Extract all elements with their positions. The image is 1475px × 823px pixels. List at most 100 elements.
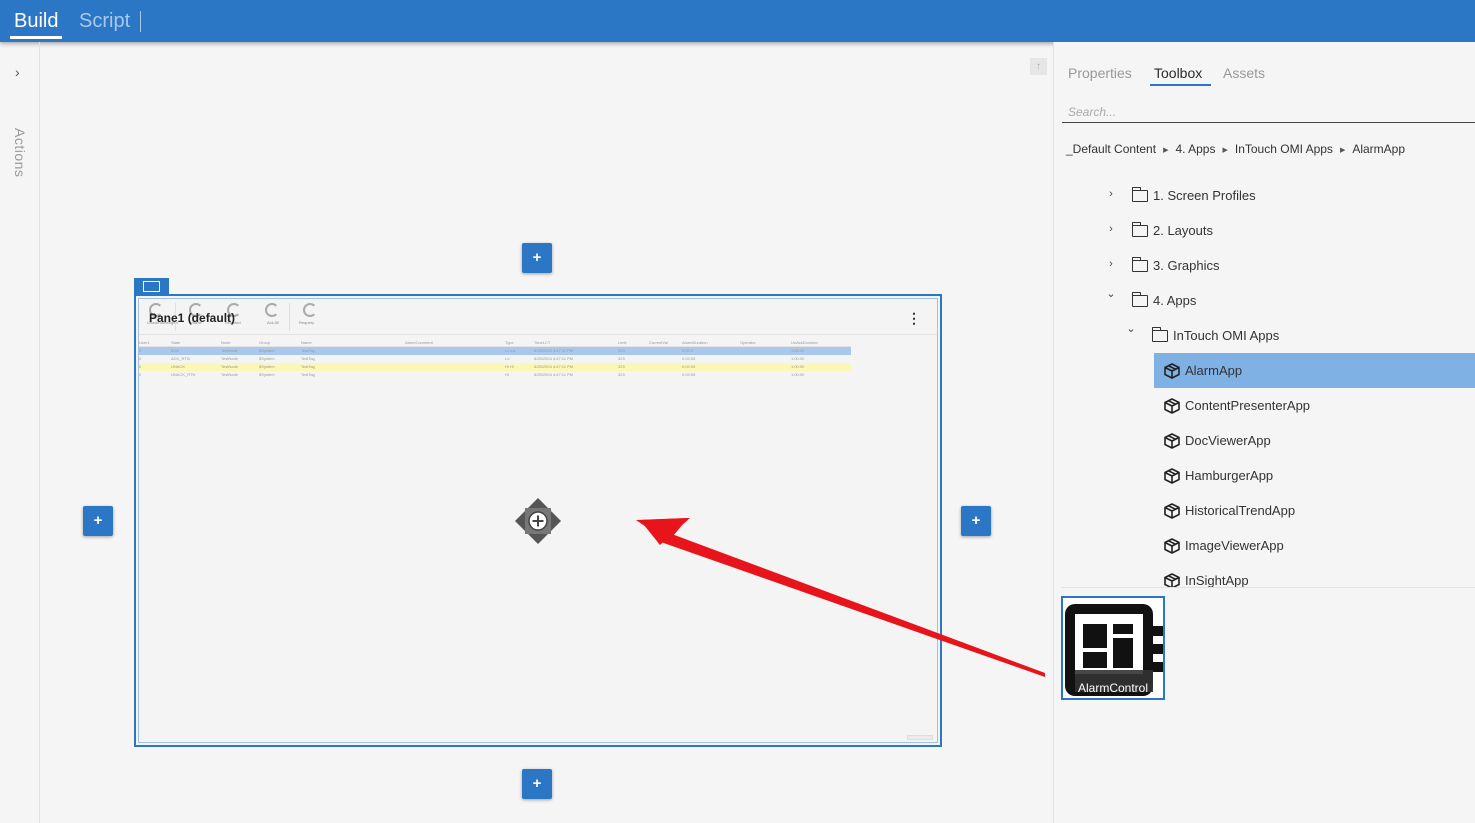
toolbar-label-ack-all: Ack All bbox=[267, 320, 280, 325]
alarm-grid-cell: 6/25/2024 4:47:11 PM bbox=[534, 364, 574, 369]
alarm-grid-cell: TimeLCT bbox=[534, 340, 551, 345]
toolbox-search-input[interactable] bbox=[1062, 94, 1475, 123]
tab-properties[interactable]: Properties bbox=[1068, 65, 1132, 81]
tree-item[interactable]: › 1. Screen Profiles bbox=[1062, 178, 1475, 213]
add-pane-left-button[interactable]: + bbox=[83, 506, 113, 536]
alarm-grid-cell: 0:02:0 bbox=[682, 348, 694, 353]
folder-icon bbox=[1131, 222, 1148, 237]
tab-build[interactable]: Build bbox=[14, 10, 58, 33]
tree-item-label: InTouch OMI Apps bbox=[1173, 328, 1280, 343]
package-icon bbox=[1164, 468, 1180, 484]
breadcrumb-separator-icon: ▶ bbox=[1222, 147, 1228, 154]
expand-actions-chevron-icon[interactable]: › bbox=[15, 64, 20, 80]
tab-assets[interactable]: Assets bbox=[1223, 65, 1265, 81]
alarm-grid-cell: Hi Hi bbox=[505, 364, 514, 369]
breadcrumb-item[interactable]: AlarmApp bbox=[1352, 142, 1405, 156]
alarm-grid-cell: 0:02:05 bbox=[682, 364, 696, 369]
package-icon bbox=[1164, 363, 1180, 379]
alarm-grid-cell: 0 bbox=[139, 348, 142, 353]
alarm-grid-cell: 1:00:00 bbox=[791, 372, 805, 377]
alarm-grid-row[interactable]: 0 ACK_RTN TestNode $System TestTag Lo 6/25/202… bbox=[139, 355, 851, 363]
alarm-grid-cell: UnAckDuration bbox=[791, 340, 818, 345]
folder-icon bbox=[1131, 187, 1148, 202]
alarm-grid-cell: 0:02:05 bbox=[682, 372, 696, 377]
alarm-grid-cell: AlarmDuration bbox=[682, 340, 708, 345]
tab-divider bbox=[140, 11, 141, 32]
tree-item[interactable]: AlarmApp bbox=[1154, 353, 1475, 388]
alarm-grid-cell: 323 bbox=[618, 364, 625, 369]
alarm-grid-cell: ACK_RTN bbox=[171, 356, 190, 361]
alarm-control-tile[interactable]: AlarmControl bbox=[1061, 596, 1165, 700]
tree-item-label: 3. Graphics bbox=[1153, 258, 1220, 273]
tree-item[interactable]: › 3. Graphics bbox=[1062, 248, 1475, 283]
right-panel: Properties Toolbox Assets _Default Conte… bbox=[1053, 42, 1475, 823]
breadcrumb-separator-icon: ▶ bbox=[1163, 147, 1169, 154]
expand-chevron-icon[interactable]: › bbox=[1106, 258, 1116, 270]
actions-label[interactable]: Actions bbox=[12, 128, 28, 177]
tree-item[interactable]: DocViewerApp bbox=[1154, 423, 1475, 458]
alarm-grid-cell: $System bbox=[259, 356, 275, 361]
folder-icon bbox=[1151, 327, 1168, 342]
alarm-grid-cell: 0:02:05 bbox=[682, 356, 696, 361]
tree-item[interactable]: › 2. Layouts bbox=[1062, 213, 1475, 248]
alarm-grid-cell: Hi bbox=[505, 372, 509, 377]
tree-item[interactable]: HistoricalTrendApp bbox=[1154, 493, 1475, 528]
alarm-grid-cell: TestNode bbox=[221, 372, 238, 377]
add-pane-right-button[interactable]: + bbox=[961, 506, 991, 536]
expand-chevron-icon[interactable]: › bbox=[1106, 223, 1116, 235]
alarm-grid-cell: TestTag bbox=[301, 372, 315, 377]
tree-item-label: AlarmApp bbox=[1185, 363, 1243, 378]
add-pane-bottom-button[interactable]: + bbox=[522, 769, 552, 799]
tree-item[interactable]: InSightApp bbox=[1154, 563, 1475, 587]
collapse-chevron-icon[interactable]: ⌄ bbox=[1106, 287, 1116, 300]
alarm-grid-cell: 6/25/2024 4:47:11 PM bbox=[534, 348, 574, 353]
tree-item[interactable]: ContentPresenterApp bbox=[1154, 388, 1475, 423]
toolbar-divider bbox=[289, 303, 290, 331]
ack-all-icon bbox=[265, 303, 279, 317]
tile-label: AlarmControl bbox=[1077, 681, 1149, 695]
tree-item-label: 1. Screen Profiles bbox=[1153, 188, 1256, 203]
alarm-grid-cell: TestNode bbox=[221, 348, 238, 353]
alarm-grid-cell: 1:00:00 bbox=[791, 348, 805, 353]
active-tab-indicator bbox=[1150, 84, 1211, 86]
package-icon bbox=[1164, 573, 1180, 587]
actions-rail: › Actions bbox=[0, 42, 40, 823]
tree-item-label: HistoricalTrendApp bbox=[1185, 503, 1296, 518]
alarm-grid-cell: TestTag bbox=[301, 364, 315, 369]
tree-item-label: 4. Apps bbox=[1153, 293, 1197, 308]
tab-toolbox[interactable]: Toolbox bbox=[1154, 65, 1202, 81]
alarm-grid-cell: TestTag bbox=[301, 348, 315, 353]
alarm-grid-cell: 1:00:00 bbox=[791, 356, 805, 361]
toolbar-label-requery: Requery bbox=[299, 320, 315, 325]
pane-frame-icon bbox=[143, 281, 160, 292]
tree-item[interactable]: HamburgerApp bbox=[1154, 458, 1475, 493]
breadcrumb-item[interactable]: InTouch OMI Apps bbox=[1235, 142, 1333, 156]
move-pane-icon[interactable] bbox=[514, 497, 562, 545]
tree-item[interactable]: ImageViewerApp bbox=[1154, 528, 1475, 563]
alarm-grid-row[interactable]: 0 UNACK TestNode $System TestTag Hi Hi 6/25/20… bbox=[139, 363, 851, 371]
alarm-grid-cell: 0 bbox=[139, 364, 142, 369]
breadcrumb-item[interactable]: _Default Content bbox=[1066, 142, 1156, 156]
collapse-chevron-icon[interactable]: ⌄ bbox=[1126, 322, 1136, 335]
tree-item-label: DocViewerApp bbox=[1185, 433, 1271, 448]
alarm-grid-cell: $System bbox=[259, 348, 275, 353]
alarm-grid-cell: Node bbox=[221, 340, 231, 345]
pane-selector-tab[interactable] bbox=[134, 278, 169, 295]
add-pane-top-button[interactable]: + bbox=[522, 243, 552, 273]
alarm-grid-row[interactable]: 0 UNACK_RTN TestNode $System TestTag Hi 6/25/2… bbox=[139, 371, 851, 379]
alarm-grid-cell: Group bbox=[259, 340, 271, 345]
tab-script[interactable]: Script bbox=[79, 10, 130, 33]
more-options-icon[interactable]: ⋮ bbox=[907, 311, 921, 325]
expand-chevron-icon[interactable]: › bbox=[1106, 188, 1116, 200]
alarm-grid-cell: Lo bbox=[505, 356, 510, 361]
pane-title: Pane1 (default) bbox=[149, 311, 236, 325]
alarm-grid-cell: $System bbox=[259, 372, 275, 377]
tree-item[interactable]: ⌄ InTouch OMI Apps bbox=[1062, 318, 1475, 353]
tree-item-label: ContentPresenterApp bbox=[1185, 398, 1311, 413]
alarm-grid-cell: Limit bbox=[618, 340, 627, 345]
scroll-up-arrow-icon[interactable]: ↑ bbox=[1030, 58, 1047, 75]
tree-item-label: HamburgerApp bbox=[1185, 468, 1274, 483]
alarm-grid-row[interactable]: 0 ACK TestNode $System TestTag Lo Lo 6/25/2024… bbox=[139, 347, 851, 355]
tree-item[interactable]: ⌄ 4. Apps bbox=[1062, 283, 1475, 318]
breadcrumb-item[interactable]: 4. Apps bbox=[1175, 142, 1215, 156]
